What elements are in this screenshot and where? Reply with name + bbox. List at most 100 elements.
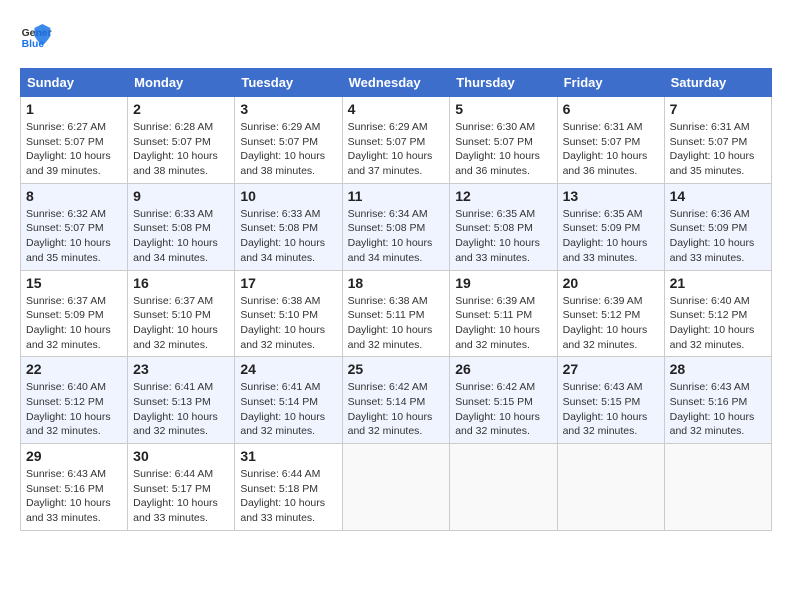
calendar-cell: 10 Sunrise: 6:33 AM Sunset: 5:08 PM Dayl… (235, 183, 342, 270)
day-number: 24 (240, 361, 336, 377)
daylight-label: Daylight: 10 hours and 32 minutes. (563, 324, 648, 351)
day-detail: Sunrise: 6:41 AM Sunset: 5:14 PM Dayligh… (240, 380, 336, 439)
day-number: 28 (670, 361, 766, 377)
daylight-label: Daylight: 10 hours and 32 minutes. (240, 324, 325, 351)
sunset-label: Sunset: 5:14 PM (240, 396, 318, 408)
sunset-label: Sunset: 5:16 PM (26, 483, 104, 495)
day-detail: Sunrise: 6:44 AM Sunset: 5:18 PM Dayligh… (240, 467, 336, 526)
sunset-label: Sunset: 5:07 PM (26, 136, 104, 148)
day-detail: Sunrise: 6:27 AM Sunset: 5:07 PM Dayligh… (26, 120, 122, 179)
day-detail: Sunrise: 6:29 AM Sunset: 5:07 PM Dayligh… (240, 120, 336, 179)
day-detail: Sunrise: 6:43 AM Sunset: 5:16 PM Dayligh… (26, 467, 122, 526)
daylight-label: Daylight: 10 hours and 39 minutes. (26, 150, 111, 177)
sunset-label: Sunset: 5:08 PM (455, 222, 533, 234)
day-detail: Sunrise: 6:37 AM Sunset: 5:09 PM Dayligh… (26, 294, 122, 353)
calendar-table: SundayMondayTuesdayWednesdayThursdayFrid… (20, 68, 772, 531)
daylight-label: Daylight: 10 hours and 32 minutes. (348, 411, 433, 438)
daylight-label: Daylight: 10 hours and 34 minutes. (348, 237, 433, 264)
header-thursday: Thursday (450, 69, 557, 97)
calendar-cell: 26 Sunrise: 6:42 AM Sunset: 5:15 PM Dayl… (450, 357, 557, 444)
calendar-cell: 24 Sunrise: 6:41 AM Sunset: 5:14 PM Dayl… (235, 357, 342, 444)
sunrise-label: Sunrise: 6:30 AM (455, 121, 535, 133)
calendar-cell: 23 Sunrise: 6:41 AM Sunset: 5:13 PM Dayl… (128, 357, 235, 444)
calendar-cell: 21 Sunrise: 6:40 AM Sunset: 5:12 PM Dayl… (664, 270, 771, 357)
calendar-cell: 13 Sunrise: 6:35 AM Sunset: 5:09 PM Dayl… (557, 183, 664, 270)
day-number: 22 (26, 361, 122, 377)
daylight-label: Daylight: 10 hours and 32 minutes. (348, 324, 433, 351)
sunrise-label: Sunrise: 6:33 AM (133, 208, 213, 220)
sunrise-label: Sunrise: 6:42 AM (348, 381, 428, 393)
daylight-label: Daylight: 10 hours and 38 minutes. (240, 150, 325, 177)
daylight-label: Daylight: 10 hours and 32 minutes. (133, 324, 218, 351)
daylight-label: Daylight: 10 hours and 32 minutes. (670, 324, 755, 351)
sunset-label: Sunset: 5:15 PM (563, 396, 641, 408)
day-detail: Sunrise: 6:34 AM Sunset: 5:08 PM Dayligh… (348, 207, 445, 266)
calendar-cell: 14 Sunrise: 6:36 AM Sunset: 5:09 PM Dayl… (664, 183, 771, 270)
sunset-label: Sunset: 5:07 PM (26, 222, 104, 234)
sunset-label: Sunset: 5:07 PM (348, 136, 426, 148)
day-number: 4 (348, 101, 445, 117)
sunrise-label: Sunrise: 6:43 AM (563, 381, 643, 393)
sunrise-label: Sunrise: 6:29 AM (240, 121, 320, 133)
sunrise-label: Sunrise: 6:41 AM (133, 381, 213, 393)
day-detail: Sunrise: 6:39 AM Sunset: 5:11 PM Dayligh… (455, 294, 551, 353)
sunset-label: Sunset: 5:08 PM (348, 222, 426, 234)
day-number: 9 (133, 188, 229, 204)
day-detail: Sunrise: 6:40 AM Sunset: 5:12 PM Dayligh… (670, 294, 766, 353)
day-detail: Sunrise: 6:32 AM Sunset: 5:07 PM Dayligh… (26, 207, 122, 266)
sunset-label: Sunset: 5:17 PM (133, 483, 211, 495)
day-detail: Sunrise: 6:30 AM Sunset: 5:07 PM Dayligh… (455, 120, 551, 179)
sunrise-label: Sunrise: 6:34 AM (348, 208, 428, 220)
sunrise-label: Sunrise: 6:42 AM (455, 381, 535, 393)
day-detail: Sunrise: 6:44 AM Sunset: 5:17 PM Dayligh… (133, 467, 229, 526)
day-detail: Sunrise: 6:31 AM Sunset: 5:07 PM Dayligh… (670, 120, 766, 179)
daylight-label: Daylight: 10 hours and 32 minutes. (240, 411, 325, 438)
daylight-label: Daylight: 10 hours and 34 minutes. (240, 237, 325, 264)
daylight-label: Daylight: 10 hours and 32 minutes. (455, 324, 540, 351)
calendar-cell: 5 Sunrise: 6:30 AM Sunset: 5:07 PM Dayli… (450, 97, 557, 184)
day-number: 1 (26, 101, 122, 117)
calendar-cell: 7 Sunrise: 6:31 AM Sunset: 5:07 PM Dayli… (664, 97, 771, 184)
day-number: 23 (133, 361, 229, 377)
sunset-label: Sunset: 5:15 PM (455, 396, 533, 408)
daylight-label: Daylight: 10 hours and 33 minutes. (26, 497, 111, 524)
calendar-cell: 9 Sunrise: 6:33 AM Sunset: 5:08 PM Dayli… (128, 183, 235, 270)
sunrise-label: Sunrise: 6:35 AM (455, 208, 535, 220)
daylight-label: Daylight: 10 hours and 32 minutes. (670, 411, 755, 438)
daylight-label: Daylight: 10 hours and 35 minutes. (26, 237, 111, 264)
calendar-cell: 2 Sunrise: 6:28 AM Sunset: 5:07 PM Dayli… (128, 97, 235, 184)
day-number: 2 (133, 101, 229, 117)
day-detail: Sunrise: 6:38 AM Sunset: 5:11 PM Dayligh… (348, 294, 445, 353)
sunset-label: Sunset: 5:11 PM (455, 309, 532, 321)
header-tuesday: Tuesday (235, 69, 342, 97)
day-detail: Sunrise: 6:33 AM Sunset: 5:08 PM Dayligh… (133, 207, 229, 266)
day-detail: Sunrise: 6:35 AM Sunset: 5:09 PM Dayligh… (563, 207, 659, 266)
calendar-week-row: 1 Sunrise: 6:27 AM Sunset: 5:07 PM Dayli… (21, 97, 772, 184)
calendar-cell (664, 444, 771, 531)
sunrise-label: Sunrise: 6:44 AM (133, 468, 213, 480)
calendar-cell: 25 Sunrise: 6:42 AM Sunset: 5:14 PM Dayl… (342, 357, 450, 444)
sunrise-label: Sunrise: 6:37 AM (133, 295, 213, 307)
day-number: 5 (455, 101, 551, 117)
day-detail: Sunrise: 6:37 AM Sunset: 5:10 PM Dayligh… (133, 294, 229, 353)
logo: General Blue (20, 20, 58, 52)
day-detail: Sunrise: 6:43 AM Sunset: 5:15 PM Dayligh… (563, 380, 659, 439)
day-detail: Sunrise: 6:40 AM Sunset: 5:12 PM Dayligh… (26, 380, 122, 439)
day-number: 13 (563, 188, 659, 204)
sunrise-label: Sunrise: 6:31 AM (670, 121, 750, 133)
sunrise-label: Sunrise: 6:27 AM (26, 121, 106, 133)
day-number: 15 (26, 275, 122, 291)
calendar-cell: 8 Sunrise: 6:32 AM Sunset: 5:07 PM Dayli… (21, 183, 128, 270)
sunset-label: Sunset: 5:18 PM (240, 483, 318, 495)
day-detail: Sunrise: 6:36 AM Sunset: 5:09 PM Dayligh… (670, 207, 766, 266)
day-detail: Sunrise: 6:42 AM Sunset: 5:14 PM Dayligh… (348, 380, 445, 439)
calendar-cell (450, 444, 557, 531)
calendar-week-row: 22 Sunrise: 6:40 AM Sunset: 5:12 PM Dayl… (21, 357, 772, 444)
calendar-cell: 12 Sunrise: 6:35 AM Sunset: 5:08 PM Dayl… (450, 183, 557, 270)
sunset-label: Sunset: 5:14 PM (348, 396, 426, 408)
calendar-cell: 6 Sunrise: 6:31 AM Sunset: 5:07 PM Dayli… (557, 97, 664, 184)
calendar-cell: 27 Sunrise: 6:43 AM Sunset: 5:15 PM Dayl… (557, 357, 664, 444)
sunset-label: Sunset: 5:09 PM (670, 222, 748, 234)
calendar-cell: 30 Sunrise: 6:44 AM Sunset: 5:17 PM Dayl… (128, 444, 235, 531)
day-number: 11 (348, 188, 445, 204)
